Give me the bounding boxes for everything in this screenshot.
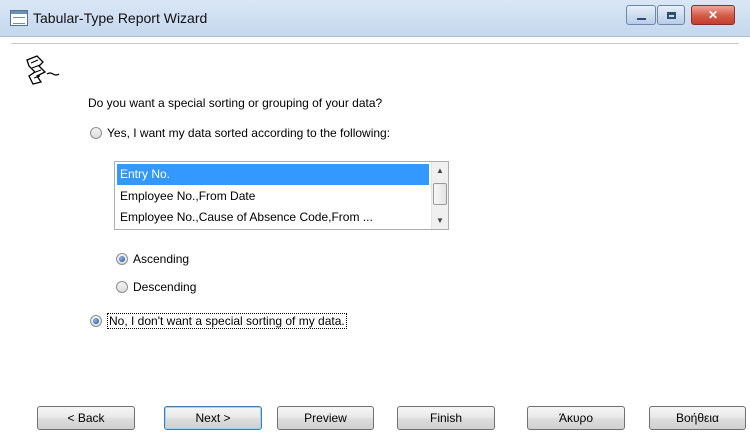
listbox-scrollbar[interactable]: ▲ ▼ bbox=[431, 162, 448, 229]
sort-keys-listbox[interactable]: Entry No. Employee No.,From Date Employe… bbox=[114, 161, 449, 230]
sort-yes-option[interactable]: Yes, I want my data sorted according to … bbox=[90, 126, 390, 140]
report-window-icon bbox=[10, 10, 28, 26]
ascending-option[interactable]: Ascending bbox=[116, 252, 189, 266]
back-button[interactable]: < Back bbox=[37, 406, 135, 430]
minimize-button[interactable] bbox=[626, 5, 656, 25]
preview-button[interactable]: Preview bbox=[277, 406, 374, 430]
list-item[interactable]: Entry No. bbox=[117, 164, 429, 185]
sorting-question: Do you want a special sorting or groupin… bbox=[88, 96, 383, 110]
minimize-icon bbox=[636, 18, 646, 20]
report-wizard-window: Tabular-Type Report Wizard ✕ Do you want… bbox=[0, 0, 750, 441]
help-button[interactable]: Βοήθεια bbox=[649, 406, 746, 430]
window-title: Tabular-Type Report Wizard bbox=[33, 10, 208, 26]
ascending-label[interactable]: Ascending bbox=[133, 252, 189, 266]
list-item[interactable]: Employee No.,From Date bbox=[117, 186, 429, 207]
cancel-button[interactable]: Άκυρο bbox=[527, 406, 625, 430]
title-bar[interactable]: Tabular-Type Report Wizard ✕ bbox=[0, 0, 750, 37]
scroll-down-arrow-icon[interactable]: ▼ bbox=[432, 212, 448, 229]
wizard-hand-paper-icon bbox=[26, 55, 60, 85]
sort-yes-radio[interactable] bbox=[90, 127, 102, 139]
sort-no-radio[interactable] bbox=[90, 315, 102, 327]
ascending-radio[interactable] bbox=[116, 253, 128, 265]
descending-radio[interactable] bbox=[116, 281, 128, 293]
next-button[interactable]: Next > bbox=[164, 406, 262, 430]
descending-label[interactable]: Descending bbox=[133, 280, 196, 294]
close-icon: ✕ bbox=[707, 8, 719, 22]
finish-button[interactable]: Finish bbox=[397, 406, 495, 430]
descending-option[interactable]: Descending bbox=[116, 280, 196, 294]
maximize-button[interactable] bbox=[657, 5, 685, 25]
list-item[interactable]: Employee No.,Cause of Absence Code,From … bbox=[117, 207, 429, 228]
maximize-icon bbox=[666, 11, 676, 19]
sort-no-label[interactable]: No, I don't want a special sorting of my… bbox=[107, 313, 347, 329]
sort-yes-label[interactable]: Yes, I want my data sorted according to … bbox=[107, 126, 390, 140]
sort-no-option[interactable]: No, I don't want a special sorting of my… bbox=[90, 313, 347, 329]
scroll-up-arrow-icon[interactable]: ▲ bbox=[432, 162, 448, 179]
close-button[interactable]: ✕ bbox=[691, 5, 735, 25]
scrollbar-thumb[interactable] bbox=[433, 183, 447, 205]
